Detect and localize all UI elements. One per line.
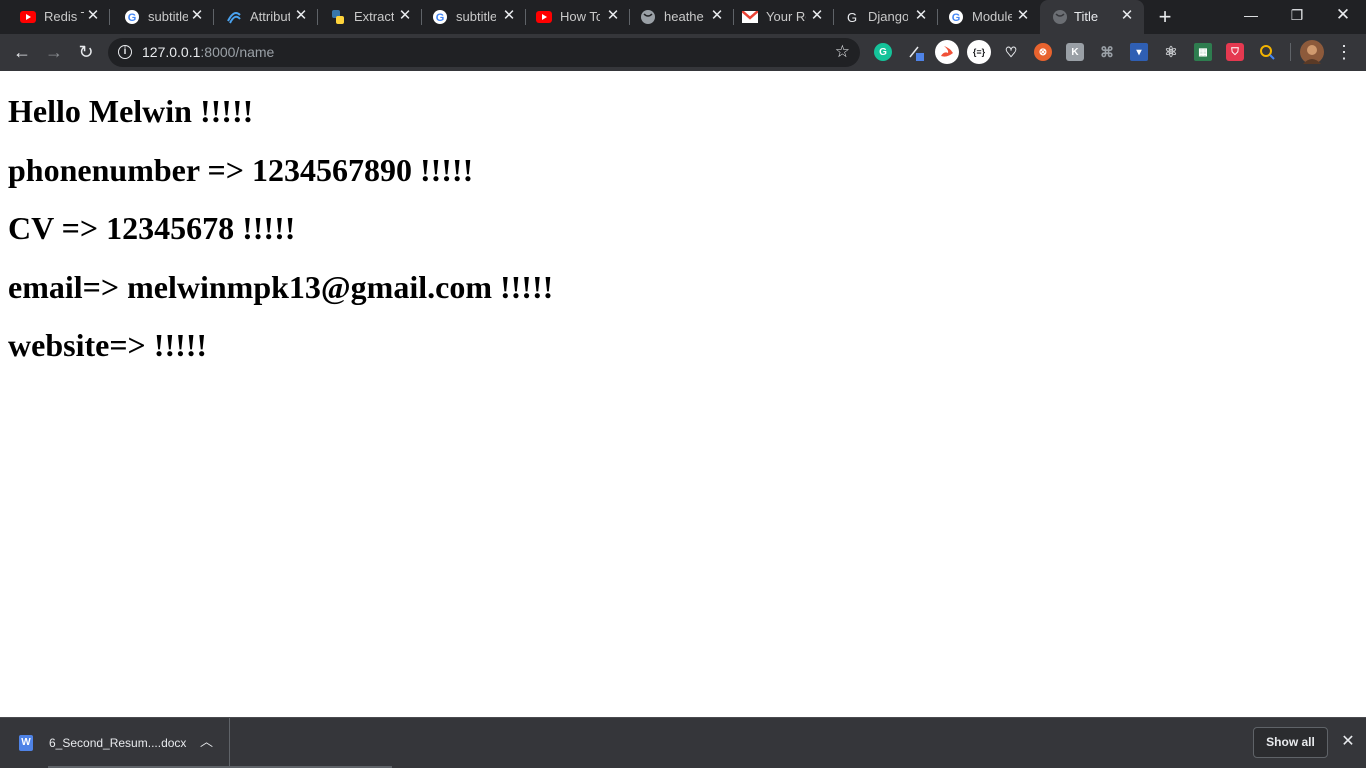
ublock-icon[interactable]: ⊗ <box>1034 43 1052 61</box>
avatar[interactable] <box>1300 40 1324 64</box>
tab-4[interactable]: Extract ✕ <box>318 0 422 34</box>
tab-title: Extract <box>354 9 394 24</box>
globe-icon <box>640 9 656 25</box>
tab-title: heather <box>664 9 704 24</box>
close-tab-icon[interactable]: ✕ <box>294 8 308 24</box>
globe-icon <box>1052 9 1068 25</box>
close-tab-icon[interactable]: ✕ <box>606 8 620 24</box>
tab-title: How To <box>560 9 600 24</box>
tab-title: subtitle <box>456 9 496 24</box>
tab-1[interactable]: Redis T ✕ <box>0 0 110 34</box>
download-item[interactable]: W 6_Second_Resum....docx ︿ <box>0 718 230 768</box>
tab-title: Attribut <box>250 9 290 24</box>
svg-text:G: G <box>128 12 137 24</box>
swift-icon[interactable] <box>935 40 959 64</box>
reload-icon[interactable]: ↻ <box>74 40 98 64</box>
react-icon[interactable]: ⚛ <box>1162 43 1180 61</box>
google-icon: G <box>948 9 964 25</box>
python-icon <box>330 9 346 25</box>
tab-title: subtitle <box>148 9 188 24</box>
tab-strip: Redis T ✕ G subtitle ✕ Attribut ✕ Extrac… <box>0 0 1366 34</box>
tab-title: Redis T <box>44 9 84 24</box>
phone-heading: phonenumber => 1234567890 !!!!! <box>8 152 474 188</box>
downloads-bar: W 6_Second_Resum....docx ︿ Show all ✕ <box>0 717 1366 768</box>
pocket-icon[interactable]: ♡ <box>1002 43 1020 61</box>
close-tab-icon[interactable]: ✕ <box>810 8 824 24</box>
restore-icon[interactable]: ❐ <box>1274 0 1320 30</box>
info-icon[interactable]: i <box>118 45 132 59</box>
cv-heading: CV => 12345678 !!!!! <box>8 210 296 246</box>
svg-text:G: G <box>952 12 961 24</box>
grammarly-icon[interactable]: G <box>874 43 892 61</box>
minimize-icon[interactable]: — <box>1228 0 1274 30</box>
close-tab-icon[interactable]: ✕ <box>914 8 928 24</box>
tab-3[interactable]: Attribut ✕ <box>214 0 318 34</box>
download-filename: 6_Second_Resum....docx <box>49 736 187 750</box>
close-tab-icon[interactable]: ✕ <box>1016 8 1030 24</box>
forward-icon[interactable]: → <box>42 40 66 64</box>
url-text[interactable]: 127.0.0.1:8000/name <box>142 44 274 61</box>
chevron-up-icon[interactable]: ︿ <box>200 733 213 751</box>
search-extension-icon[interactable] <box>1258 43 1276 61</box>
tab-8[interactable]: Your Re ✕ <box>734 0 834 34</box>
show-all-button[interactable]: Show all <box>1253 727 1328 758</box>
website-heading: website=> !!!!! <box>8 327 208 363</box>
back-icon[interactable]: ← <box>10 40 34 64</box>
tab-title: Your Re <box>766 9 806 24</box>
svg-text:G: G <box>436 12 445 24</box>
json-formatter-icon[interactable]: {≡} <box>967 40 991 64</box>
menu-kebab-icon[interactable]: ⋮ <box>1332 40 1356 64</box>
tab-title: Title <box>1074 9 1099 24</box>
bookmark-star-icon[interactable]: ☆ <box>835 43 850 61</box>
tab-title: Module <box>972 9 1012 24</box>
google-icon: G <box>124 9 140 25</box>
close-tab-icon[interactable]: ✕ <box>190 8 204 24</box>
tab-7[interactable]: heather ✕ <box>630 0 734 34</box>
extension-tray-icon[interactable]: ▾ <box>1130 43 1148 61</box>
extension-k-icon[interactable]: K <box>1066 43 1084 61</box>
close-tab-icon[interactable]: ✕ <box>502 8 516 24</box>
google-icon: G <box>432 9 448 25</box>
camera-icon[interactable]: ⌘ <box>1098 43 1116 61</box>
tab-9[interactable]: G Django ✕ <box>834 0 938 34</box>
close-icon[interactable]: ✕ <box>1338 732 1358 752</box>
close-tab-icon[interactable]: ✕ <box>86 8 100 24</box>
new-tab-button[interactable]: + <box>1154 6 1176 28</box>
tab-11-active[interactable]: Title ✕ <box>1040 0 1144 34</box>
wave-icon <box>226 9 242 25</box>
sheets-extension-icon[interactable]: ▦ <box>1194 43 1212 61</box>
email-heading: email=> melwinmpk13@gmail.com !!!!! <box>8 269 554 305</box>
address-bar[interactable]: i 127.0.0.1:8000/name ☆ <box>108 38 860 67</box>
close-tab-icon[interactable]: ✕ <box>1120 8 1134 24</box>
extension-red-icon[interactable]: ⛉ <box>1226 43 1244 61</box>
pen-extension-icon[interactable] <box>906 43 924 61</box>
youtube-icon <box>20 9 36 25</box>
tab-2[interactable]: G subtitle ✕ <box>110 0 214 34</box>
close-tab-icon[interactable]: ✕ <box>398 8 412 24</box>
tab-10[interactable]: G Module ✕ <box>938 0 1040 34</box>
tab-6[interactable]: How To ✕ <box>526 0 630 34</box>
gmail-icon <box>742 9 758 25</box>
word-doc-icon: W <box>19 735 33 751</box>
toolbar: ← → ↻ i 127.0.0.1:8000/name ☆ G {≡} ♡ ⊗ … <box>0 34 1366 71</box>
tab-5[interactable]: G subtitle ✕ <box>422 0 526 34</box>
tab-title: Django <box>868 9 908 24</box>
youtube-icon <box>536 9 552 25</box>
close-window-icon[interactable]: ✕ <box>1320 0 1366 30</box>
g-letter-icon: G <box>846 9 858 25</box>
close-tab-icon[interactable]: ✕ <box>710 8 724 24</box>
greeting-heading: Hello Melwin !!!!! <box>8 93 254 129</box>
